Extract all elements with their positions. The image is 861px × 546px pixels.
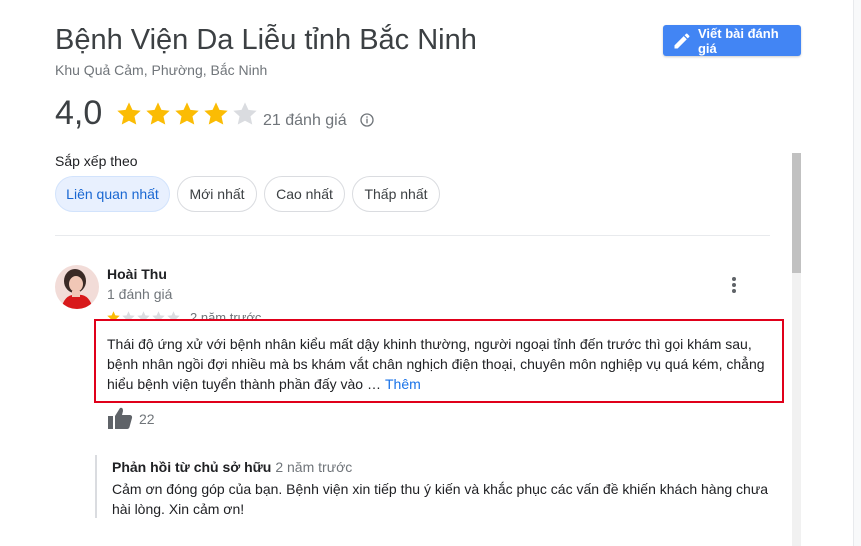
sort-chip-newest[interactable]: Mới nhất bbox=[177, 176, 257, 212]
owner-reply-text: Cảm ơn đóng góp của bạn. Bệnh viện xin t… bbox=[112, 481, 768, 517]
owner-reply-time: 2 năm trước bbox=[275, 459, 353, 475]
star-filled-icon bbox=[175, 102, 199, 125]
place-title: Bệnh Viện Da Liễu tỉnh Bắc Ninh bbox=[55, 24, 477, 56]
window-edge bbox=[853, 0, 861, 546]
sort-chip-lowest[interactable]: Thấp nhất bbox=[352, 176, 440, 212]
owner-reply-header: Phản hồi từ chủ sở hữu 2 năm trước bbox=[112, 459, 352, 475]
read-more-link[interactable]: Thêm bbox=[385, 376, 421, 392]
star-filled-icon bbox=[204, 102, 228, 125]
info-icon[interactable] bbox=[359, 112, 375, 128]
write-review-button[interactable]: Viết bài đánh giá bbox=[663, 25, 801, 56]
write-review-label: Viết bài đánh giá bbox=[697, 25, 779, 56]
sort-label: Sắp xếp theo bbox=[55, 153, 138, 169]
rating-value: 4,0 bbox=[55, 94, 103, 132]
pencil-icon bbox=[674, 33, 690, 48]
review-text: Thái độ ứng xử với bệnh nhân kiểu mất dậ… bbox=[107, 334, 779, 394]
more-options-icon[interactable] bbox=[727, 275, 741, 295]
review-body: Thái độ ứng xử với bệnh nhân kiểu mất dậ… bbox=[107, 336, 765, 392]
star-empty-icon bbox=[233, 102, 257, 125]
like-count: 22 bbox=[139, 411, 155, 427]
sort-chip-highest[interactable]: Cao nhất bbox=[264, 176, 345, 212]
thumbs-up-icon[interactable] bbox=[107, 406, 133, 430]
owner-reply-title: Phản hồi từ chủ sở hữu bbox=[112, 459, 272, 475]
owner-reply-bar bbox=[95, 455, 97, 518]
avatar[interactable] bbox=[55, 265, 99, 309]
review-count[interactable]: 21 đánh giá bbox=[263, 112, 347, 130]
divider bbox=[55, 235, 770, 236]
sort-chip-relevant[interactable]: Liên quan nhất bbox=[55, 176, 170, 212]
avatar-photo bbox=[55, 265, 99, 309]
rating-stars bbox=[115, 100, 260, 128]
star-filled-icon bbox=[117, 102, 141, 125]
reviewer-name[interactable]: Hoài Thu bbox=[107, 266, 167, 282]
scrollbar-thumb[interactable] bbox=[792, 153, 801, 273]
reviewer-meta: 1 đánh giá bbox=[107, 286, 173, 302]
star-filled-icon bbox=[146, 102, 170, 125]
place-address: Khu Quả Cảm, Phường, Bắc Ninh bbox=[55, 62, 268, 78]
